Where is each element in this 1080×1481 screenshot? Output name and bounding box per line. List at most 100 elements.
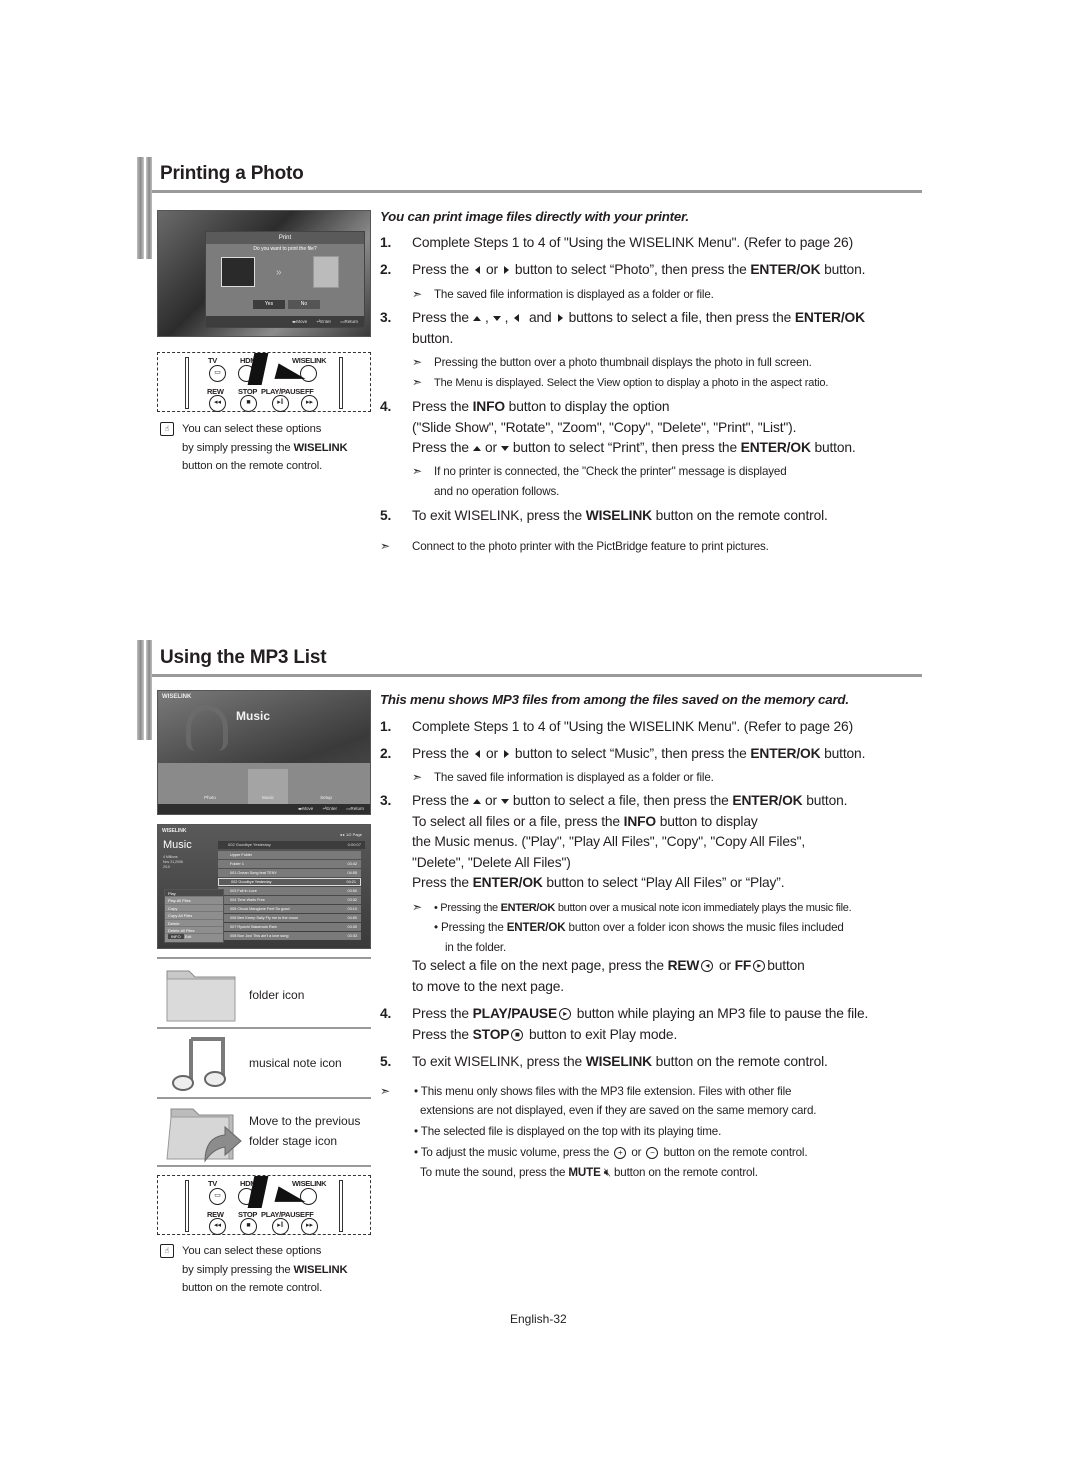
ff-button[interactable]: ▸▸ xyxy=(301,395,318,412)
music-menu-option[interactable]: Copy xyxy=(165,905,223,913)
music-options-menu: Play Play All Files Copy Copy All Files Dele… xyxy=(164,889,224,943)
mp3-step-3: 3. Press the or button to select a file, t… xyxy=(380,793,848,891)
remote-control-diagram: TV HDMI WISELINK ▭ REW STOP PLAY/PAUSE F… xyxy=(157,352,371,412)
section-title-mp3: Using the MP3 List xyxy=(160,647,327,668)
rew-button[interactable]: ◂◂ xyxy=(209,395,226,412)
print-dialog-footer: ◂▸Move ⏎Enter ▭Return xyxy=(206,316,364,327)
legend-previous-folder: Move to the previous folder stage icon xyxy=(157,1097,371,1165)
music-file-row[interactable]: 007 Ryuichi Sakamoto Rain 03:30 xyxy=(218,923,361,931)
print-dialog: Print Do you want to print the file? » Y… xyxy=(205,231,365,328)
music-menu-option[interactable]: Delete xyxy=(165,920,223,927)
stop-button[interactable]: ■ xyxy=(240,395,257,412)
ff-button-icon: ▸ xyxy=(753,960,766,973)
tv-button[interactable]: ▭ xyxy=(209,1188,226,1205)
wiselink-logo: WISELINK xyxy=(162,828,187,834)
music-list-meta: 4 Millions Nov 21,2006 2/10 xyxy=(163,855,183,869)
mp3-final-note-5: To mute the sound, press the MUTE 🔇︎ but… xyxy=(420,1166,758,1179)
printing-note-step4-cont: and no operation follows. xyxy=(434,485,560,498)
playpause-button[interactable]: ▸‖ xyxy=(272,395,289,412)
music-menu-option[interactable]: Play All Files xyxy=(165,897,223,905)
music-menu-option[interactable]: Delete All Files xyxy=(165,927,223,935)
section-title-printing: Printing a Photo xyxy=(160,163,304,184)
remote-tip: ☝ You can select these options by simply… xyxy=(160,1242,348,1298)
down-arrow-icon xyxy=(500,446,509,452)
tv-button[interactable]: ▭ xyxy=(209,365,226,382)
music-file-duration: 04:50 xyxy=(347,916,357,920)
tile-music[interactable]: Music xyxy=(248,769,288,805)
printing-note-step4: ➣ If no printer is connected, the "Check … xyxy=(412,464,787,478)
tv-label: TV xyxy=(208,1179,217,1188)
music-menu-option[interactable]: Play xyxy=(165,890,223,898)
right-arrow-icon xyxy=(503,266,509,275)
music-file-row[interactable]: 001 Ocean Song feat TENY 04:55 xyxy=(218,869,361,877)
legend-folder: folder icon xyxy=(157,957,371,1025)
mp3-note-step2: ➣ The saved file information is displayed… xyxy=(412,770,714,784)
music-file-duration: 03:32 xyxy=(347,898,357,902)
playpause-button[interactable]: ▸‖ xyxy=(272,1218,289,1235)
music-file-duration: 03:33 xyxy=(347,934,357,938)
legend-label: folder icon xyxy=(249,988,305,1002)
printing-note-step2: ➣ The saved file information is displayed… xyxy=(412,284,714,306)
stop-icon: ■ xyxy=(511,1028,524,1041)
music-menu-footer: ◂▸Move ⏎Enter ▭Return xyxy=(158,804,370,814)
music-file-row[interactable]: 008 Bon Jovi This ain't a love song 03:33 xyxy=(218,932,361,940)
music-file-name: 005 Chuck Mangione Feel So good xyxy=(230,907,290,911)
music-file-name: 008 Bon Jovi This ain't a love song xyxy=(230,934,289,938)
music-file-row[interactable]: 003 Fall in Love 03:50 xyxy=(218,887,361,895)
legend-label: musical note icon xyxy=(249,1056,342,1070)
tile-setup[interactable]: Setup xyxy=(308,769,344,805)
music-file-name: Upper Folder xyxy=(230,853,253,857)
legend-divider xyxy=(157,1165,371,1167)
left-arrow-icon xyxy=(474,750,480,759)
printing-final-note: ➣ Connect to the photo printer with the P… xyxy=(380,539,769,553)
mp3-next-page: To select a file on the next page, press… xyxy=(412,958,805,994)
rew-button[interactable]: ◂◂ xyxy=(209,1218,226,1235)
music-menu-exit[interactable]: INFO Exit xyxy=(165,934,223,940)
hand-note-icon: ☝ xyxy=(160,422,174,436)
mp3-step-4: 4. Press the PLAY/PAUSE ▸ button while pl… xyxy=(380,1006,869,1042)
stop-button[interactable]: ■ xyxy=(240,1218,257,1235)
music-file-row[interactable]: 002 Goodbye Yesterday 04:21 xyxy=(218,878,361,886)
mp3-note-step3b: • Pressing the ENTER/OK button over a fo… xyxy=(434,921,844,934)
right-arrow-icon xyxy=(557,314,563,323)
music-file-row[interactable]: Folder 1 03:42 xyxy=(218,860,361,868)
mp3-step-1: 1. Complete Steps 1 to 4 of "Using the W… xyxy=(380,719,854,734)
music-file-name: 001 Ocean Song feat TENY xyxy=(230,871,277,875)
tip-line: by simply pressing the WISELINK xyxy=(182,441,348,454)
tile-photo[interactable]: Photo xyxy=(192,769,228,805)
tip-line: You can select these options xyxy=(182,1245,322,1257)
left-arrow-icon xyxy=(514,314,520,323)
music-file-name: 004 Time Waits Free xyxy=(230,898,265,902)
section-rule-mp3 xyxy=(152,674,922,677)
music-file-duration: 03:50 xyxy=(347,889,357,893)
music-file-row[interactable]: 005 Chuck Mangione Feel So good 03:10 xyxy=(218,905,361,913)
mp3-final-note-2: extensions are not displayed, even if th… xyxy=(420,1104,817,1117)
music-file-row[interactable]: 004 Time Waits Free 03:32 xyxy=(218,896,361,904)
hand-note-icon: ☝ xyxy=(160,1244,174,1258)
print-dialog-screenshot: Print Do you want to print the file? » Y… xyxy=(157,210,371,337)
ff-button[interactable]: ▸▸ xyxy=(301,1218,318,1235)
tip-line: button on the remote control. xyxy=(182,1282,323,1294)
music-file-row[interactable]: Upper Folder xyxy=(218,851,361,859)
mp3-step-5: 5. To exit WISELINK, press the WISELINK … xyxy=(380,1054,828,1069)
section-bar-printing xyxy=(137,157,153,259)
printing-note-step3a: ➣ Pressing the button over a photo thumbn… xyxy=(412,355,812,369)
up-arrow-icon xyxy=(472,798,481,804)
music-file-row[interactable]: 006 Bert Kemp Sally Fly me to the moon 04… xyxy=(218,914,361,922)
tip-line: button on the remote control. xyxy=(182,460,323,472)
music-menu-screenshot: WISELINK Music Photo Music Setup ◂▸Move … xyxy=(157,690,371,815)
print-yes-button[interactable]: Yes xyxy=(253,300,285,309)
volume-down-icon: − xyxy=(646,1146,659,1159)
printing-step-2: 2. Press the or button to select “Photo”, … xyxy=(380,262,866,277)
section-rule-printing xyxy=(152,190,922,193)
tv-label: TV xyxy=(208,356,217,365)
page-indicator: ◂ ▸ 1/2 Page xyxy=(339,832,362,837)
music-file-name: 007 Ryuichi Sakamoto Rain xyxy=(230,925,277,929)
up-arrow-icon xyxy=(472,446,481,452)
music-menu-option[interactable]: Copy All Files xyxy=(165,912,223,920)
wiselink-label: WISELINK xyxy=(292,1179,327,1188)
music-file-name: 003 Fall in Love xyxy=(230,889,257,893)
tip-line: You can select these options xyxy=(182,423,322,435)
print-no-button[interactable]: No xyxy=(288,300,320,309)
now-playing-bar: 002 Goodbye Yesterday 0:00:07 xyxy=(218,841,365,849)
